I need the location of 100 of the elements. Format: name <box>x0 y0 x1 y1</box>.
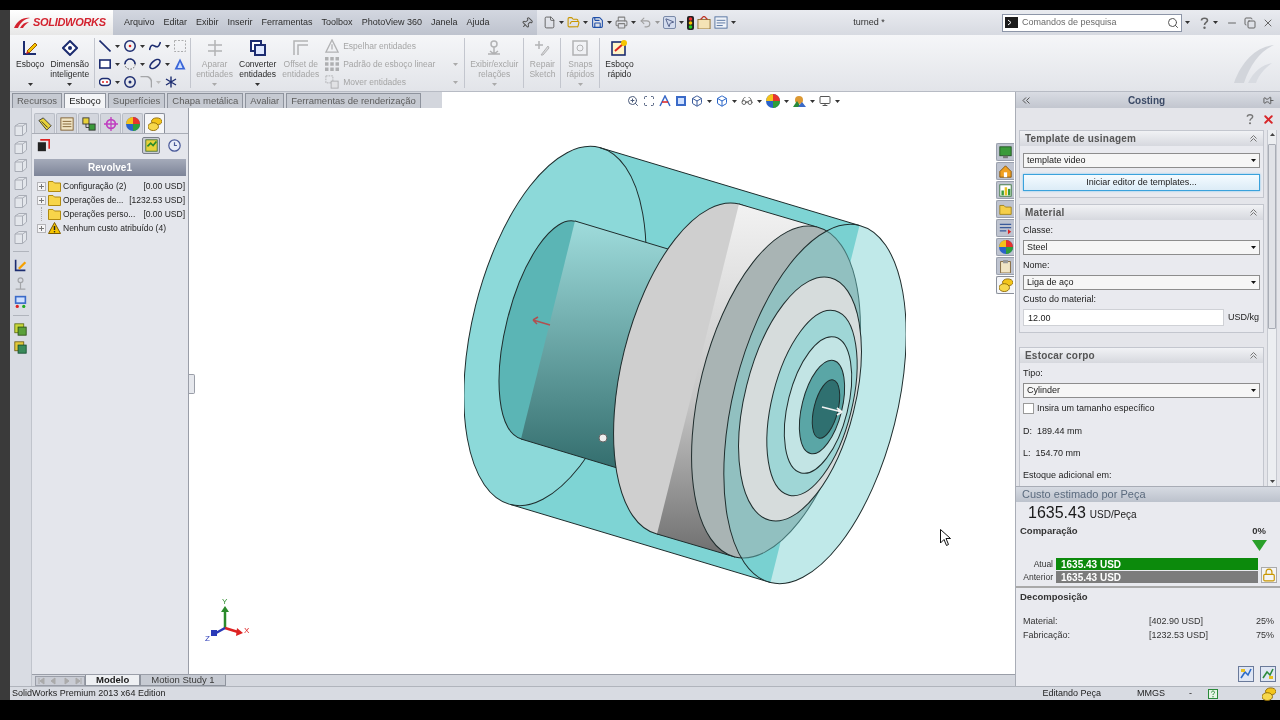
search-box[interactable]: Comandos de pesquisa <box>1002 13 1182 32</box>
caret-icon[interactable] <box>707 99 712 103</box>
caret-icon[interactable] <box>757 99 762 103</box>
dashed-arc-icon[interactable] <box>124 58 137 70</box>
square-frame-icon[interactable] <box>675 95 687 107</box>
sketch-pencil-icon[interactable] <box>22 40 39 56</box>
scroll-up-arrow-icon[interactable] <box>1269 133 1275 136</box>
caret-icon[interactable] <box>255 83 261 86</box>
cube-icon[interactable] <box>716 95 728 107</box>
menu-item[interactable]: Toolbox <box>321 15 353 30</box>
spline-icon[interactable] <box>149 40 162 52</box>
caret-icon[interactable] <box>731 21 736 24</box>
caret-icon[interactable] <box>67 83 73 86</box>
pin-icon[interactable] <box>1263 94 1274 106</box>
tree-item-label[interactable]: Nenhum custo atribuído (4) <box>63 221 166 235</box>
caret-icon[interactable] <box>1213 21 1218 24</box>
toolbar-button[interactable]: Converter entidades <box>236 35 280 91</box>
scrollbar-thumb[interactable] <box>1268 144 1276 329</box>
caret-icon[interactable] <box>1185 21 1190 24</box>
layers-icon[interactable] <box>14 323 27 336</box>
magnifier-icon[interactable] <box>627 95 639 107</box>
menu-item[interactable]: Janela <box>431 15 458 30</box>
material-name-dropdown[interactable]: Liga de aço <box>1023 275 1260 290</box>
ribbon-tab[interactable]: Avaliar <box>245 93 285 108</box>
question-mark-icon[interactable] <box>1200 16 1209 29</box>
units-indicator[interactable]: MMGS <box>1137 686 1165 701</box>
caret-icon[interactable] <box>1251 246 1256 249</box>
menu-item[interactable]: Ajuda <box>466 15 490 30</box>
save-icon[interactable] <box>591 16 604 29</box>
color-wheel-icon[interactable] <box>766 94 780 108</box>
menu-item[interactable]: Arquivo <box>124 15 155 30</box>
toolbar-button[interactable]: Dimensão inteligente <box>47 35 93 91</box>
units-menu[interactable]: - <box>1189 686 1192 701</box>
caret-icon[interactable] <box>1251 389 1256 392</box>
caret-icon[interactable] <box>810 99 815 103</box>
monitor-icon[interactable] <box>14 295 27 308</box>
rectangle-icon[interactable] <box>99 58 112 70</box>
pencil-square-icon[interactable] <box>611 40 628 56</box>
overlapping-squares-icon[interactable] <box>249 40 266 56</box>
caret-icon[interactable] <box>1251 281 1256 284</box>
collapse-chevrons-icon[interactable] <box>1250 209 1257 216</box>
template-dropdown[interactable]: template video <box>1023 153 1260 168</box>
tree-item-label[interactable]: Operações perso... <box>63 207 136 221</box>
glasses-icon[interactable] <box>741 95 753 107</box>
circle-dot-icon[interactable] <box>124 76 137 88</box>
caret-icon[interactable] <box>115 62 121 66</box>
collapse-chevrons-icon[interactable] <box>1250 135 1257 142</box>
checkbox[interactable] <box>1023 403 1034 414</box>
triangle-icon[interactable] <box>174 58 187 70</box>
monitor-icon[interactable] <box>819 95 831 107</box>
question-mark-icon[interactable] <box>1246 113 1254 125</box>
select-arrow-icon[interactable] <box>663 16 676 29</box>
ribbon-tab[interactable]: Recursos <box>12 93 63 108</box>
coins-icon[interactable] <box>1262 686 1276 701</box>
box-icon[interactable] <box>697 16 711 29</box>
search-input[interactable]: Comandos de pesquisa <box>1022 15 1163 30</box>
menu-item[interactable]: PhotoView 360 <box>361 15 422 30</box>
caret-icon[interactable] <box>607 21 612 24</box>
splitter-handle[interactable] <box>189 374 195 394</box>
ribbon-tab[interactable]: Chapa metálica <box>167 93 244 108</box>
caret-icon[interactable] <box>1251 159 1256 162</box>
zoom-area-icon[interactable] <box>643 95 655 107</box>
line-icon[interactable] <box>99 40 112 52</box>
help-square-icon[interactable] <box>1208 688 1218 699</box>
stock-type-dropdown[interactable]: Cylinder <box>1023 383 1260 398</box>
asterisk-icon[interactable] <box>165 76 178 88</box>
menu-item[interactable]: Exibir <box>196 15 219 30</box>
triangle-bar-icon[interactable] <box>659 95 671 107</box>
menu-item[interactable]: Ferramentas <box>261 15 313 30</box>
close-icon[interactable] <box>1262 112 1275 126</box>
expand-plus-icon[interactable] <box>37 195 46 205</box>
caret-icon[interactable] <box>835 99 840 103</box>
ribbon-tab[interactable]: Superfícies <box>107 93 166 108</box>
caret-icon[interactable] <box>583 21 588 24</box>
expand-plus-icon[interactable] <box>37 223 46 233</box>
caret-icon[interactable] <box>140 44 146 48</box>
caret-icon[interactable] <box>27 83 33 86</box>
tree-item-label[interactable]: Operações de... <box>63 193 124 207</box>
menu-item[interactable]: Inserir <box>227 15 253 30</box>
expand-plus-icon[interactable] <box>37 181 46 191</box>
caret-icon[interactable] <box>140 62 146 66</box>
caret-icon[interactable] <box>115 80 121 84</box>
caret-icon[interactable] <box>784 99 789 103</box>
caret-icon[interactable] <box>559 21 564 24</box>
caret-icon[interactable] <box>732 99 737 103</box>
circle-icon[interactable] <box>124 40 137 52</box>
caret-icon[interactable] <box>115 44 121 48</box>
toolbar-button[interactable]: Esboço rápido <box>602 35 637 91</box>
caret-icon[interactable] <box>165 44 171 48</box>
corner-square-icon[interactable] <box>37 138 50 152</box>
ribbon-tab[interactable]: Esboço <box>64 93 106 108</box>
layers-icon[interactable] <box>14 341 27 354</box>
landscape-icon[interactable] <box>793 95 806 107</box>
tree-item-label[interactable]: Configuração (2) <box>63 179 127 193</box>
caret-icon[interactable] <box>165 62 171 66</box>
material-cost-input[interactable]: 12.00 <box>1023 309 1224 326</box>
list-document-icon[interactable] <box>714 16 728 29</box>
scrollbar[interactable] <box>1267 130 1277 486</box>
restore-icon[interactable] <box>1244 16 1256 29</box>
sketch-pencil-icon[interactable] <box>14 259 27 272</box>
